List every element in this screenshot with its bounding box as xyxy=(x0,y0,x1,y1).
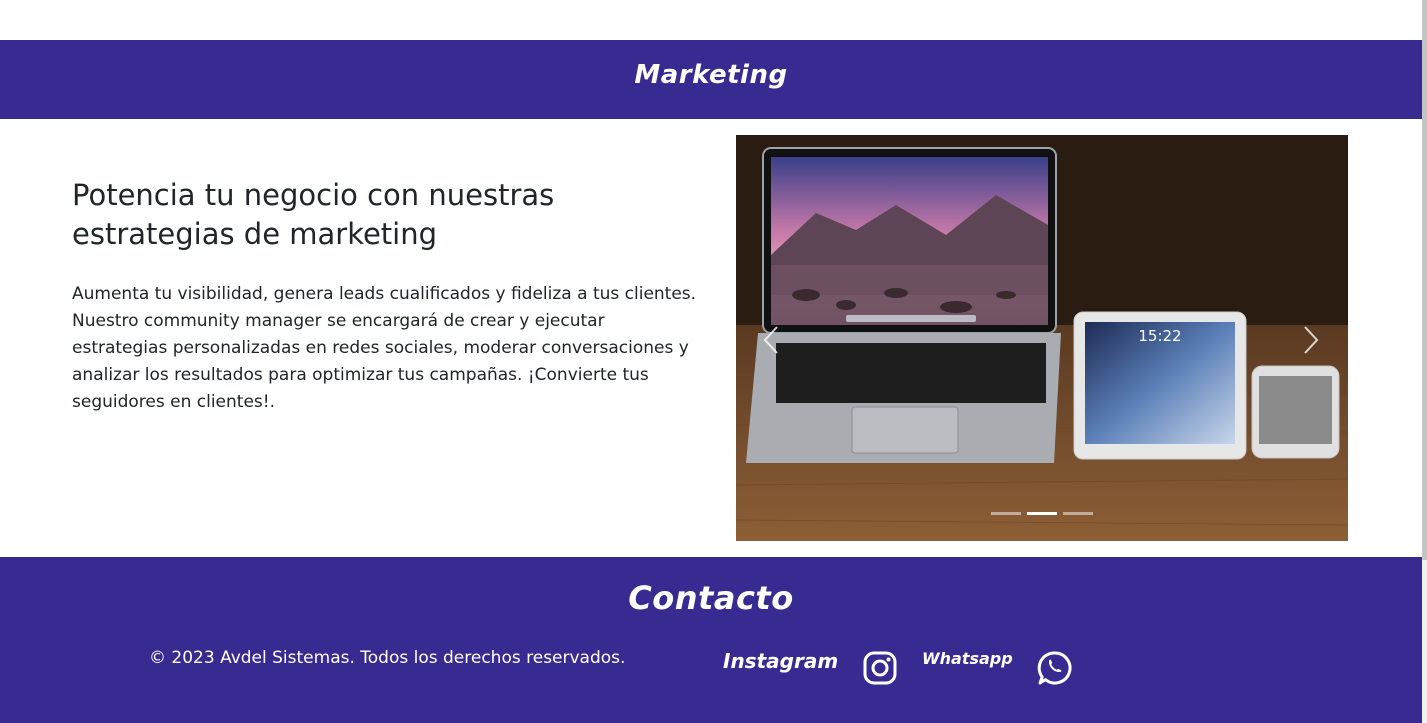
marketing-header-band: Marketing xyxy=(0,40,1422,119)
whatsapp-icon xyxy=(1037,651,1072,685)
whatsapp-label[interactable]: Whatsapp xyxy=(922,649,1013,668)
whatsapp-link[interactable] xyxy=(1037,650,1073,690)
carousel-indicator[interactable] xyxy=(991,512,1021,515)
chevron-left-icon xyxy=(763,326,778,354)
image-carousel: 15:22 xyxy=(736,135,1348,541)
devices-photo: 15:22 xyxy=(736,135,1348,541)
carousel-prev-button[interactable] xyxy=(762,325,780,359)
tablet-clock: 15:22 xyxy=(1138,327,1181,345)
carousel-next-button[interactable] xyxy=(1302,325,1320,359)
instagram-link[interactable] xyxy=(862,650,898,690)
carousel-indicator-active[interactable] xyxy=(1027,512,1057,515)
carousel-indicator[interactable] xyxy=(1063,512,1093,515)
instagram-icon xyxy=(863,651,897,685)
marketing-description: Aumenta tu visibilidad, genera leads cua… xyxy=(72,284,697,412)
page-scrollbar[interactable] xyxy=(1422,0,1427,723)
carousel-indicators xyxy=(991,512,1093,516)
instagram-label[interactable]: Instagram xyxy=(723,649,838,673)
marketing-headline: Potencia tu negocio con nuestras estrate… xyxy=(72,178,555,251)
copyright-text: © 2023 Avdel Sistemas. Todos los derecho… xyxy=(149,648,626,668)
contact-footer: Contacto © 2023 Avdel Sistemas. Todos lo… xyxy=(0,557,1422,723)
scrollbar-thumb[interactable] xyxy=(1422,0,1427,560)
contact-title: Contacto xyxy=(628,579,794,617)
marketing-title: Marketing xyxy=(634,60,788,90)
chevron-right-icon xyxy=(1304,326,1319,354)
